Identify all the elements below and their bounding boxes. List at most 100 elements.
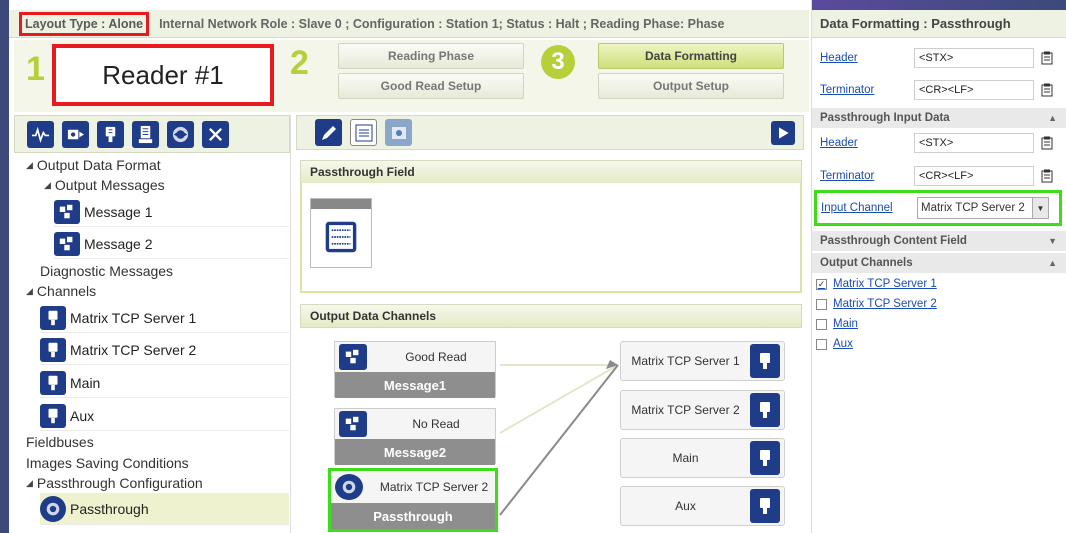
output-channels-section[interactable]: Output Channels ▲ [812,253,1066,273]
checkbox-label[interactable]: Matrix TCP Server 2 [833,298,937,310]
checkbox-unchecked[interactable] [816,298,827,310]
node-message-name: Message1 [335,372,495,398]
ethernet-ip-icon[interactable] [132,120,159,148]
section-label: Passthrough Content Field [820,235,967,247]
checkbox-unchecked[interactable] [816,318,827,330]
diagnostics-wave-icon[interactable] [27,120,54,148]
tree-fieldbuses[interactable]: Fieldbuses [26,434,94,450]
tree-label: Fieldbuses [26,434,94,450]
tree-item-message-2[interactable]: Message 2 [54,229,289,259]
connector-plug-icon [40,403,66,428]
caret-down-icon: ◢ [44,179,51,190]
clipboard-icon[interactable] [1040,51,1054,65]
top-band [812,0,1066,10]
tree-label: Channels [36,283,97,299]
delete-close-icon[interactable] [202,120,229,148]
image-field-icon[interactable] [385,119,412,146]
tree-item-message-1[interactable]: Message 1 [54,197,289,227]
terminator-field[interactable]: <CR><LF> [914,80,1034,100]
checkbox-label[interactable]: Main [833,318,858,330]
connector-plug-icon[interactable] [97,120,124,148]
checkbox-label[interactable]: Matrix TCP Server 1 [833,278,937,290]
output-node-main[interactable]: Main [620,438,785,478]
output-channel-aux[interactable]: Aux [816,335,853,353]
tree-label: Aux [70,407,95,424]
connector-plug-icon [750,489,780,523]
connector-plug-icon [40,337,66,362]
tree-item-matrix-tcp-2[interactable]: Matrix TCP Server 2 [40,335,289,365]
caret-down-icon: ◢ [26,477,33,488]
connector-plug-icon [40,370,66,395]
header-row: Header <STX> [820,46,1060,70]
tree-label: Images Saving Conditions [26,455,189,471]
tree-label: Output Messages [54,177,165,193]
header-link[interactable]: Header [820,52,914,64]
image-export-icon[interactable] [62,120,89,148]
checkbox-checked[interactable]: ✓ [816,278,827,290]
tree-passthrough-configuration[interactable]: ◢ Passthrough Configuration [26,475,203,491]
output-channel-matrix-tcp-2[interactable]: Matrix TCP Server 2 [816,295,937,313]
output-channel-main[interactable]: Main [816,315,858,333]
tree-item-aux[interactable]: Aux [40,401,289,431]
clipboard-icon[interactable] [1040,83,1054,97]
tree-item-matrix-tcp-1[interactable]: Matrix TCP Server 1 [40,303,289,333]
terminator-link[interactable]: Terminator [820,84,914,96]
binary-field-icon[interactable] [350,119,377,146]
header2-field[interactable]: <STX> [914,133,1034,153]
header2-link[interactable]: Header [820,137,914,149]
header-field[interactable]: <STX> [914,48,1034,68]
data-formatting-button[interactable]: Data Formatting [598,43,784,69]
output-node-matrix-tcp-2[interactable]: Matrix TCP Server 2 [620,390,785,430]
node-label: Good Read [405,350,467,364]
clipboard-icon[interactable] [1040,169,1054,183]
tree-images-saving-conditions[interactable]: Images Saving Conditions [26,455,189,471]
tree-item-main[interactable]: Main [40,368,289,398]
terminator2-field[interactable]: <CR><LF> [914,166,1034,186]
caret-down-icon: ◢ [26,159,33,170]
output-node-aux[interactable]: Aux [620,486,785,526]
input-channel-row: Input Channel Matrix TCP Server 2 ▼ [814,190,1062,226]
checkbox-unchecked[interactable] [816,338,827,350]
output-channel-matrix-tcp-1[interactable]: ✓ Matrix TCP Server 1 [816,275,937,293]
caret-down-icon: ◢ [26,285,33,296]
output-node-matrix-tcp-1[interactable]: Matrix TCP Server 1 [620,341,785,381]
source-node-good-read[interactable]: Good Read Message1 [334,341,496,398]
fieldbus-gear-icon[interactable] [167,120,194,148]
binary-field-card[interactable] [310,198,372,268]
input-channel-select[interactable]: Matrix TCP Server 2 ▼ [917,197,1049,219]
output-setup-button[interactable]: Output Setup [598,73,784,99]
step-1-number: 1 [26,50,45,88]
play-icon[interactable] [771,121,795,145]
output-data-channels-header: Output Data Channels [300,304,802,328]
reading-phase-button[interactable]: Reading Phase [338,43,524,69]
passthrough-gear-icon [40,495,66,522]
passthrough-input-data-section[interactable]: Passthrough Input Data ▲ [812,108,1066,128]
chevron-up-icon: ▲ [1048,113,1057,123]
message-puzzle-icon [339,411,367,437]
chevron-up-icon: ▲ [1048,258,1057,268]
tree-label: Message 1 [84,203,153,220]
source-node-no-read[interactable]: No Read Message2 [334,408,496,465]
tree-label: Matrix TCP Server 2 [70,341,197,358]
passthrough-content-field-section[interactable]: Passthrough Content Field ▼ [812,231,1066,251]
passthrough-field-area [300,183,802,293]
tree-output-data-format[interactable]: ◢ Output Data Format [26,157,161,173]
clipboard-icon[interactable] [1040,136,1054,150]
tree-item-passthrough[interactable]: Passthrough [40,493,289,525]
terminator2-link[interactable]: Terminator [820,170,914,182]
pencil-edit-icon[interactable] [315,119,342,146]
tree-output-messages[interactable]: ◢ Output Messages [44,177,165,193]
binary-data-icon [311,209,371,265]
good-read-setup-button[interactable]: Good Read Setup [338,73,524,99]
input-channel-link[interactable]: Input Channel [821,202,917,214]
tree-label: Diagnostic Messages [40,263,174,279]
tree-label: Passthrough [70,500,149,517]
section-label: Passthrough Input Data [820,112,950,124]
source-node-passthrough[interactable]: Matrix TCP Server 2 Passthrough [328,468,498,532]
terminator2-row: Terminator <CR><LF> [820,164,1060,188]
tree-channels[interactable]: ◢ Channels [26,283,96,299]
tree-diagnostic-messages[interactable]: Diagnostic Messages [40,263,173,279]
chevron-down-icon[interactable]: ▼ [1032,198,1048,218]
connector-plug-icon [750,393,780,427]
checkbox-label[interactable]: Aux [833,338,853,350]
